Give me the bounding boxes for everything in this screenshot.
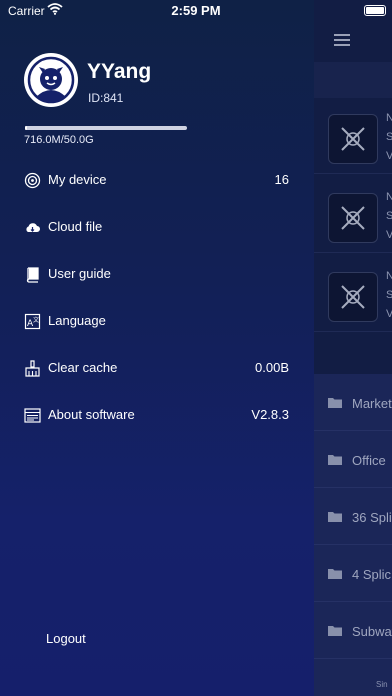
folder-label: Subway: [352, 624, 392, 639]
menu-item-language[interactable]: A文 Language: [0, 301, 314, 341]
folder-row[interactable]: Office: [314, 431, 392, 488]
menu-item-label: My device: [48, 172, 107, 187]
device-thumbnail-icon: [328, 193, 378, 243]
folder-row[interactable]: Market: [314, 374, 392, 431]
device-line: S: [386, 289, 392, 301]
folder-icon: [328, 569, 342, 579]
cache-size: 0.00B: [255, 360, 289, 375]
menu-item-my-device[interactable]: My device 16: [0, 160, 314, 200]
device-thumbnail-icon: [328, 272, 378, 322]
device-line: N: [386, 112, 392, 124]
side-drawer: YYang ID:841 716.0M/50.0G My device 16 C…: [0, 0, 314, 696]
status-bar: Carrier 2:59 PM: [0, 0, 392, 22]
device-card[interactable]: N S V: [314, 256, 392, 332]
storage-usage: 716.0M/50.0G: [24, 134, 94, 146]
device-line: N: [386, 270, 392, 282]
device-line: S: [386, 131, 392, 143]
book-icon: [26, 267, 39, 283]
user-id: ID:841: [88, 91, 124, 105]
folder-row[interactable]: Subway: [314, 602, 392, 659]
language-icon: A文: [24, 313, 41, 330]
folder-icon: [328, 398, 342, 408]
user-avatar-icon: [27, 56, 75, 104]
device-card[interactable]: N S V: [314, 177, 392, 253]
device-icon: [24, 172, 41, 189]
svg-text:文: 文: [33, 316, 39, 324]
header-band: [314, 62, 392, 98]
menu-item-label: Language: [48, 313, 106, 328]
logout-button[interactable]: Logout: [46, 631, 86, 646]
storage-progress-bar: [25, 126, 187, 130]
device-line: V: [386, 150, 392, 162]
device-line: V: [386, 308, 392, 320]
storage-progress-fill: [25, 126, 27, 130]
folder-label: Market: [352, 396, 392, 411]
device-count: 16: [274, 172, 289, 187]
cloud-icon: [26, 223, 40, 232]
user-name: YYang: [87, 60, 152, 83]
menu-item-label: Clear cache: [48, 360, 118, 375]
folder-row[interactable]: 4 Splic: [314, 545, 392, 602]
clock: 2:59 PM: [171, 3, 221, 18]
hamburger-menu-icon[interactable]: [334, 34, 350, 46]
folder-icon: [328, 626, 342, 636]
device-line: V: [386, 229, 392, 241]
device-thumbnail-icon: [328, 114, 378, 164]
avatar[interactable]: [24, 53, 78, 107]
menu-item-label: User guide: [48, 266, 111, 281]
folder-icon: [328, 455, 342, 465]
folder-label: Office: [352, 453, 386, 468]
software-version: V2.8.3: [251, 407, 289, 422]
footer-text: Sin: [376, 680, 388, 689]
folder-row[interactable]: 36 Splic: [314, 488, 392, 545]
folder-list: Market Office 36 Splic 4 Splic Subway: [314, 374, 392, 696]
folder-label: 36 Splic: [352, 510, 392, 525]
menu-item-label: Cloud file: [48, 219, 103, 234]
device-card[interactable]: N S V: [314, 98, 392, 174]
menu-item-clear-cache[interactable]: Clear cache 0.00B: [0, 348, 314, 388]
menu-item-user-guide[interactable]: User guide: [0, 254, 314, 294]
background-page: N S V N S V N S V Market Office 36 Splic: [314, 0, 392, 696]
menu-item-about-software[interactable]: About software V2.8.3: [0, 395, 314, 435]
device-line: N: [386, 191, 392, 203]
menu-item-cloud-file[interactable]: Cloud file: [0, 207, 314, 247]
device-line: S: [386, 210, 392, 222]
about-icon: [24, 408, 41, 423]
menu-item-label: About software: [48, 407, 135, 422]
battery-icon: [364, 5, 386, 16]
folder-label: 4 Splic: [352, 567, 392, 582]
broom-icon: [25, 360, 40, 377]
folder-icon: [328, 512, 342, 522]
